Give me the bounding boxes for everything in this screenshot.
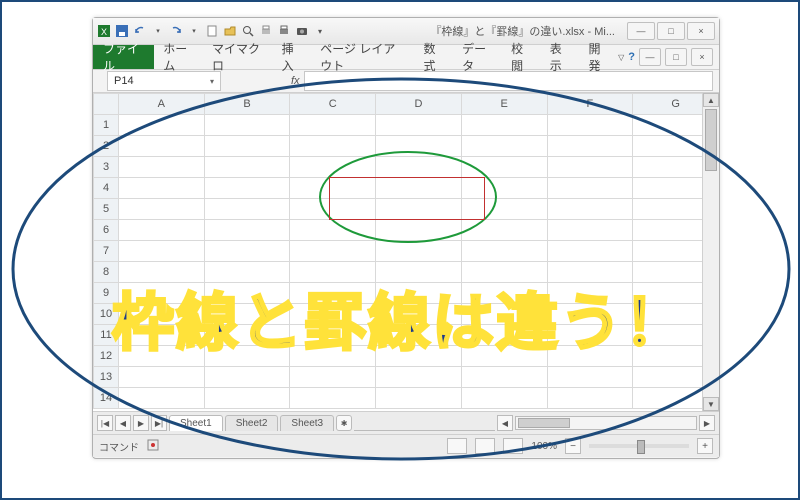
column-header-row: A B C D E F G [94, 94, 719, 115]
tab-mymacro[interactable]: マイマクロ [203, 45, 273, 69]
name-box[interactable]: P14 ▾ [107, 71, 221, 91]
sheet-table: A B C D E F G 1 2 3 4 5 6 7 8 9 10 11 [93, 93, 719, 409]
row-header[interactable]: 1 [94, 115, 119, 136]
window-title: 『枠線』と『罫線』の違い.xlsx - Mi... [430, 23, 615, 39]
camera-icon[interactable] [295, 24, 309, 38]
tab-data[interactable]: データ [453, 45, 502, 69]
plus-icon: ✱ [341, 419, 348, 428]
doc-close-button[interactable]: × [691, 48, 713, 66]
sheet-tab-bar: |◀ ◀ ▶ ▶| Sheet1 Sheet2 Sheet3 ✱ ◀ ▶ [93, 411, 719, 434]
tab-home[interactable]: ホーム [154, 45, 203, 69]
view-pagebreak-button[interactable] [503, 438, 523, 454]
tab-nav-next[interactable]: ▶ [133, 415, 149, 431]
scroll-up-icon[interactable]: ▲ [703, 93, 719, 107]
row-header[interactable]: 13 [94, 367, 119, 388]
worksheet-grid[interactable]: A B C D E F G 1 2 3 4 5 6 7 8 9 10 11 [93, 93, 719, 411]
row-header[interactable]: 2 [94, 136, 119, 157]
view-normal-button[interactable] [447, 438, 467, 454]
select-all-corner[interactable] [94, 94, 119, 115]
col-header[interactable]: E [461, 94, 547, 115]
zoom-slider[interactable] [589, 444, 689, 448]
scroll-thumb[interactable] [705, 109, 717, 171]
row-header[interactable]: 8 [94, 262, 119, 283]
vertical-scrollbar[interactable]: ▲ ▼ [702, 93, 719, 411]
tab-view[interactable]: 表示 [541, 45, 580, 69]
minimize-button[interactable]: — [627, 22, 655, 40]
excel-icon: X [97, 24, 111, 38]
new-sheet-button[interactable]: ✱ [336, 415, 352, 431]
name-box-dropdown-icon[interactable]: ▾ [210, 77, 214, 86]
print-preview-icon[interactable] [241, 24, 255, 38]
ribbon-tabs: ファイル ホーム マイマクロ 挿入 ページ レイアウト 数式 データ 校閲 表示… [93, 45, 719, 70]
cell-reference: P14 [114, 75, 134, 87]
ribbon-help: ▽ ? — □ × [618, 45, 719, 69]
zoom-level[interactable]: 100% [531, 441, 557, 452]
zoom-out-button[interactable]: − [565, 438, 581, 454]
hscroll-thumb[interactable] [518, 418, 570, 428]
col-header[interactable]: C [290, 94, 376, 115]
undo-icon[interactable] [133, 24, 147, 38]
redo-menu-icon[interactable]: ▾ [187, 24, 201, 38]
status-mode: コマンド [99, 439, 139, 454]
row-header-selected[interactable]: 14 [94, 388, 119, 409]
svg-text:X: X [101, 27, 107, 37]
tab-nav-prev[interactable]: ◀ [115, 415, 131, 431]
tab-nav-first[interactable]: |◀ [97, 415, 113, 431]
undo-menu-icon[interactable]: ▾ [151, 24, 165, 38]
view-pagelayout-button[interactable] [475, 438, 495, 454]
hscroll-left[interactable]: ◀ [497, 415, 513, 431]
col-header[interactable]: A [119, 94, 205, 115]
col-header[interactable]: B [204, 94, 290, 115]
row-header[interactable]: 4 [94, 178, 119, 199]
open-icon[interactable] [223, 24, 237, 38]
tab-insert[interactable]: 挿入 [273, 45, 312, 69]
print-icon[interactable] [277, 24, 291, 38]
formula-bar: P14 ▾ fx [93, 70, 719, 93]
tab-formulas[interactable]: 数式 [414, 45, 453, 69]
window-buttons: — □ × [627, 22, 715, 40]
help-icon[interactable]: ? [628, 51, 635, 63]
row-header[interactable]: 5 [94, 199, 119, 220]
tab-pagelayout[interactable]: ページ レイアウト [311, 45, 414, 69]
save-icon[interactable] [115, 24, 129, 38]
col-header[interactable]: D [376, 94, 462, 115]
row-header[interactable]: 10 [94, 304, 119, 325]
excel-window: X ▾ ▾ ▾ 『枠線』と『罫線』の違い.xlsx - Mi... — □ × … [92, 17, 720, 459]
row-header[interactable]: 3 [94, 157, 119, 178]
zoom-in-button[interactable]: + [697, 438, 713, 454]
row-header[interactable]: 12 [94, 346, 119, 367]
fx-label[interactable]: fx [291, 75, 300, 87]
scroll-down-icon[interactable]: ▼ [703, 397, 719, 411]
close-button[interactable]: × [687, 22, 715, 40]
qat-more-icon[interactable]: ▾ [313, 24, 327, 38]
formula-input[interactable] [304, 71, 713, 91]
maximize-button[interactable]: □ [657, 22, 685, 40]
tab-developer[interactable]: 開発 [579, 45, 618, 69]
tab-review[interactable]: 校閲 [502, 45, 541, 69]
row-header[interactable]: 7 [94, 241, 119, 262]
new-icon[interactable] [205, 24, 219, 38]
sheet-tab-1[interactable]: Sheet1 [169, 415, 223, 431]
row-header[interactable]: 6 [94, 220, 119, 241]
file-tab[interactable]: ファイル [93, 45, 154, 69]
status-bar: コマンド 100% − + [93, 434, 719, 457]
sheet-tab-2[interactable]: Sheet2 [225, 415, 279, 431]
col-header[interactable]: F [547, 94, 633, 115]
redo-icon[interactable] [169, 24, 183, 38]
hscroll-right[interactable]: ▶ [699, 415, 715, 431]
image-frame: X ▾ ▾ ▾ 『枠線』と『罫線』の違い.xlsx - Mi... — □ × … [0, 0, 800, 500]
tab-nav-last[interactable]: ▶| [151, 415, 167, 431]
row-header[interactable]: 9 [94, 283, 119, 304]
doc-restore-button[interactable]: □ [665, 48, 687, 66]
macro-record-icon[interactable] [147, 439, 159, 454]
doc-minimize-button[interactable]: — [639, 48, 661, 66]
horizontal-scrollbar[interactable] [515, 416, 697, 430]
row-header[interactable]: 11 [94, 325, 119, 346]
sheet-tab-3[interactable]: Sheet3 [280, 415, 334, 431]
quick-print-icon[interactable] [259, 24, 273, 38]
